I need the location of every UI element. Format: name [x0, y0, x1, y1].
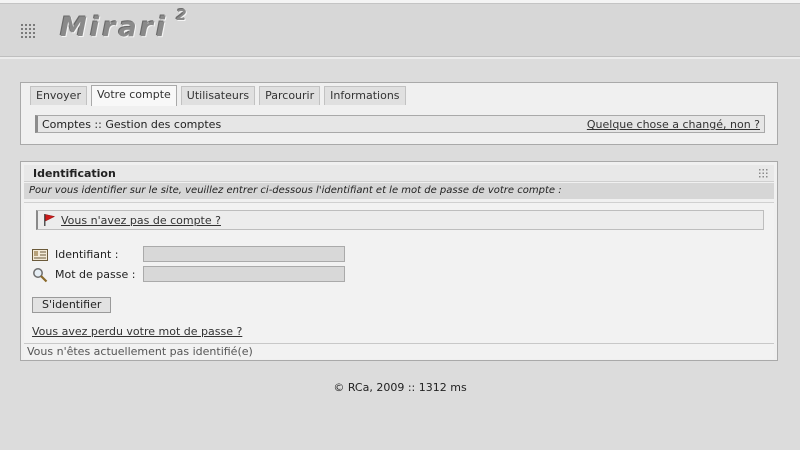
lost-password-link[interactable]: Vous avez perdu votre mot de passe ?	[32, 325, 242, 338]
password-row: Mot de passe :	[32, 266, 372, 284]
footer-text: © RCa, 2009 :: 1312 ms	[333, 381, 467, 394]
breadcrumb: Comptes :: Gestion des comptes	[42, 118, 222, 131]
panel-title: Identification	[33, 167, 116, 180]
header-divider	[0, 57, 800, 59]
password-input[interactable]	[143, 266, 345, 282]
login-form: Vous n'avez pas de compte ? Identifiant …	[24, 202, 774, 345]
navigation-panel: Envoyer Votre compte Utilisateurs Parcou…	[20, 82, 778, 145]
register-link[interactable]: Vous n'avez pas de compte ?	[61, 214, 221, 227]
changelog-link[interactable]: Quelque chose a changé, non ?	[587, 118, 760, 131]
tab-bar: Envoyer Votre compte Utilisateurs Parcou…	[30, 85, 410, 106]
login-row: Identifiant :	[32, 246, 372, 264]
magnifier-key-icon	[33, 268, 48, 283]
red-flag-icon	[44, 214, 56, 226]
login-status: Vous n'êtes actuellement pas identifié(e…	[24, 343, 774, 359]
tab-votre-compte[interactable]: Votre compte	[90, 85, 177, 106]
grid-icon[interactable]	[21, 24, 37, 40]
logo-text: Mirari	[60, 12, 169, 43]
tab-envoyer[interactable]: Envoyer	[30, 86, 87, 105]
login-button[interactable]: S'identifier	[32, 297, 112, 313]
intro-label: Pour vous identifier sur le site, veuill…	[29, 185, 562, 196]
grid-icon[interactable]	[759, 169, 768, 178]
site-logo[interactable]: Mirari 2	[60, 6, 190, 43]
tab-utilisateurs[interactable]: Utilisateurs	[180, 86, 256, 105]
password-label: Mot de passe :	[55, 268, 136, 281]
login-label: Identifiant :	[55, 248, 119, 261]
identification-panel: Identification Pour vous identifier sur …	[20, 161, 778, 361]
login-status-text: Vous n'êtes actuellement pas identifié(e…	[27, 345, 253, 358]
no-account-box: Vous n'avez pas de compte ?	[36, 210, 764, 230]
panel-header: Identification	[24, 165, 774, 182]
page-footer: © RCa, 2009 :: 1312 ms	[0, 381, 800, 394]
intro-text: Pour vous identifier sur le site, veuill…	[24, 183, 774, 199]
tab-informations[interactable]: Informations	[324, 86, 406, 105]
tab-parcourir[interactable]: Parcourir	[259, 86, 321, 105]
breadcrumb-bar: Comptes :: Gestion des comptes Quelque c…	[35, 115, 765, 133]
logo-version: 2	[176, 6, 190, 24]
id-card-icon	[32, 249, 48, 261]
login-input[interactable]	[143, 246, 345, 262]
